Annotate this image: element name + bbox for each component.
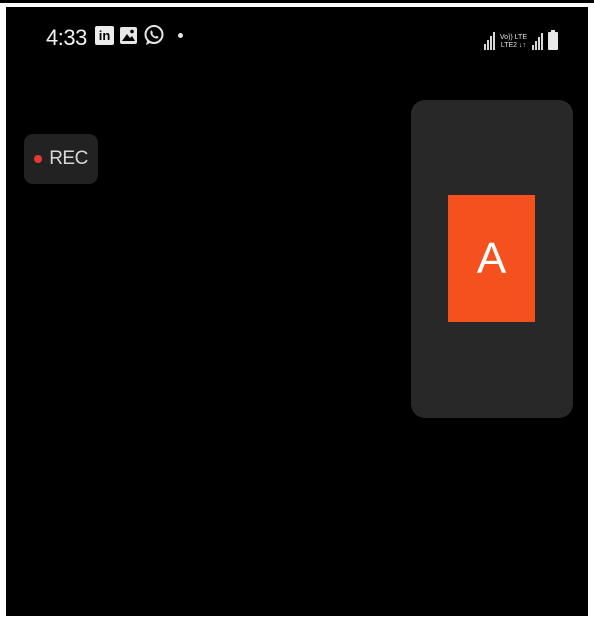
- system-icons: Vo)) LTE LTE2 ↓↑: [483, 24, 558, 50]
- linkedin-icon: in: [95, 25, 114, 45]
- notification-dot: [178, 32, 183, 38]
- self-view-tile[interactable]: A: [411, 100, 573, 418]
- volte-lte-icon: Vo)) LTE LTE2 ↓↑: [500, 34, 527, 50]
- avatar: A: [448, 195, 535, 322]
- status-time: 4:33: [46, 25, 87, 50]
- whatsapp-icon: [143, 24, 165, 46]
- status-bar: 4:33 in Vo)) LTE LTE2 ↓↑: [6, 7, 588, 67]
- lte-top-label: Vo)) LTE: [499, 34, 527, 41]
- signal-icon: [532, 30, 543, 50]
- recording-label: REC: [49, 148, 88, 169]
- recording-indicator: REC: [24, 134, 98, 184]
- call-screen: 4:33 in Vo)) LTE LTE2 ↓↑ REC A: [6, 7, 588, 616]
- top-border: [0, 0, 594, 3]
- signal-icon: [483, 30, 495, 50]
- recording-dot-icon: [34, 155, 43, 163]
- lte-bottom-label: LTE2 ↓↑: [500, 42, 527, 49]
- battery-icon: [548, 30, 558, 50]
- notification-icons: in: [95, 24, 183, 46]
- gallery-icon: [119, 26, 138, 45]
- avatar-letter: A: [476, 233, 507, 283]
